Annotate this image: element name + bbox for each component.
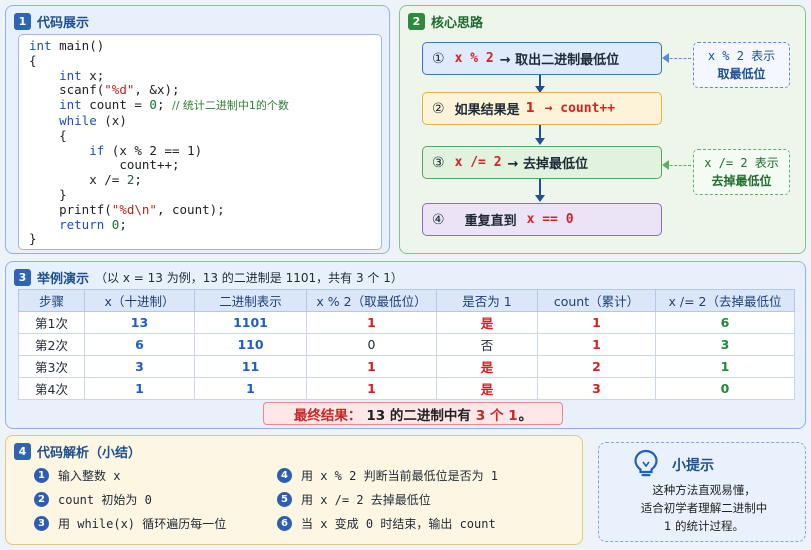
note-arrowhead — [662, 160, 669, 170]
flow-arrow — [535, 179, 545, 202]
flow-arrow — [535, 125, 545, 145]
table-header: 二进制表示 — [194, 289, 307, 312]
table-header: 步骤 — [18, 289, 85, 312]
table-header: x /= 2（去掉最低位 — [655, 289, 795, 312]
tip-panel: 小提示 这种方法直观易懂， 适合初学者理解二进制中 1 的统计过程。 — [598, 442, 806, 542]
table-header: count（累计） — [537, 289, 656, 312]
section-number: 1 — [14, 13, 31, 30]
section-title: 核心思路 — [431, 16, 484, 31]
code-comment: // 统计二进制中1的个数 — [172, 99, 289, 113]
section-number: 2 — [408, 13, 425, 30]
table-row: 第2次 6 110 0 否 1 3 — [18, 333, 795, 356]
summary-item: 1 输入整数 x — [34, 467, 120, 484]
example-panel-title: 3 举例演示 （以 x = 13 为例，13 的二进制是 1101，共有 3 个… — [14, 268, 403, 287]
table-row: 第1次 13 1101 1 是 1 6 — [18, 311, 795, 334]
code-block: int main() { int x; scanf("%d", &x); int… — [18, 34, 382, 250]
code-line: int x; — [59, 67, 105, 83]
section-title: 代码解析（小结） — [37, 446, 142, 461]
table-header-row: 步骤 x（十进制） 二进制表示 x % 2（取最低位） 是否为 1 count（… — [18, 289, 795, 312]
table-row: 第3次 3 11 1 是 2 1 — [18, 355, 795, 378]
code-line: while (x) — [59, 112, 127, 128]
summary-item: 2 count 初始为 0 — [34, 491, 152, 508]
code-panel: 1 代码展示 int main() { int x; scanf("%d", &… — [5, 5, 390, 254]
code-line: if (x % 2 == 1) — [89, 142, 203, 158]
section-subtitle: （以 x = 13 为例，13 的二进制是 1101，共有 3 个 1） — [95, 271, 403, 285]
flow-step-1: ① x % 2 → 取出二进制最低位 — [422, 42, 662, 75]
summary-item: 5用 x /= 2 去掉最低位 — [277, 491, 431, 508]
summary-item: 3用 while(x) 循环遍历每一位 — [34, 515, 226, 532]
section-title: 举例演示 — [37, 272, 90, 287]
code-line: { — [59, 127, 67, 143]
section-number: 4 — [14, 443, 31, 460]
idea-panel: 2 核心思路 ① x % 2 → 取出二进制最低位 ② 如果结果是 1 → co… — [399, 5, 806, 254]
code-line: x /= 2; — [89, 172, 142, 188]
table-header: x（十进制） — [84, 289, 195, 312]
example-panel: 3 举例演示 （以 x = 13 为例，13 的二进制是 1101，共有 3 个… — [5, 261, 806, 429]
code-line: { — [29, 52, 37, 68]
example-table: 步骤 x（十进制） 二进制表示 x % 2（取最低位） 是否为 1 count（… — [18, 289, 795, 400]
table-row: 第4次 1 1 1 是 3 0 — [18, 377, 795, 400]
note-arrowhead — [662, 53, 669, 63]
flow-arrow — [535, 75, 545, 93]
tip-title: 小提示 — [672, 458, 714, 474]
code-line: int count = 0; // 统计二进制中1的个数 — [59, 97, 289, 113]
summary-item: 6当 x 变成 0 时结束，输出 count — [277, 515, 496, 532]
code-line: count++; — [119, 157, 180, 173]
summary-panel: 4 代码解析（小结） 1 输入整数 x 2 count 初始为 0 3用 while… — [5, 435, 583, 545]
tip-text: 这种方法直观易懂， 适合初学者理解二进制中 1 的统计过程。 — [640, 483, 768, 533]
final-result-banner: 最终结果： 13 的二进制中有 3 个 1 。 — [263, 402, 563, 425]
flow-step-2: ② 如果结果是 1 → count++ — [422, 92, 662, 125]
note-lowest-bit: x % 2 表示 取最低位 — [693, 42, 790, 88]
code-panel-title: 1 代码展示 — [14, 12, 89, 31]
summary-panel-title: 4 代码解析（小结） — [14, 442, 141, 461]
note-remove-bit: x /= 2 表示 去掉最低位 — [693, 149, 790, 195]
flow-step-3: ③ x /= 2 → 去掉最低位 — [422, 146, 662, 179]
section-title: 代码展示 — [37, 16, 90, 31]
table-header: x % 2（取最低位） — [306, 289, 437, 312]
lightbulb-icon — [634, 449, 658, 477]
code-line: } — [59, 186, 67, 202]
code-line: scanf("%d", &x); — [59, 82, 180, 98]
summary-item: 4用 x % 2 判断当前最低位是否为 1 — [277, 467, 498, 484]
code-line: int main() — [29, 38, 105, 53]
idea-panel-title: 2 核心思路 — [408, 12, 483, 31]
code-line: } — [29, 231, 37, 247]
section-number: 3 — [14, 269, 31, 286]
flow-step-4: ④ 重复直到 x == 0 — [422, 203, 662, 236]
table-header: 是否为 1 — [436, 289, 538, 312]
code-line: printf("%d\n", count); — [59, 201, 225, 217]
code-line: return 0; — [59, 216, 127, 232]
